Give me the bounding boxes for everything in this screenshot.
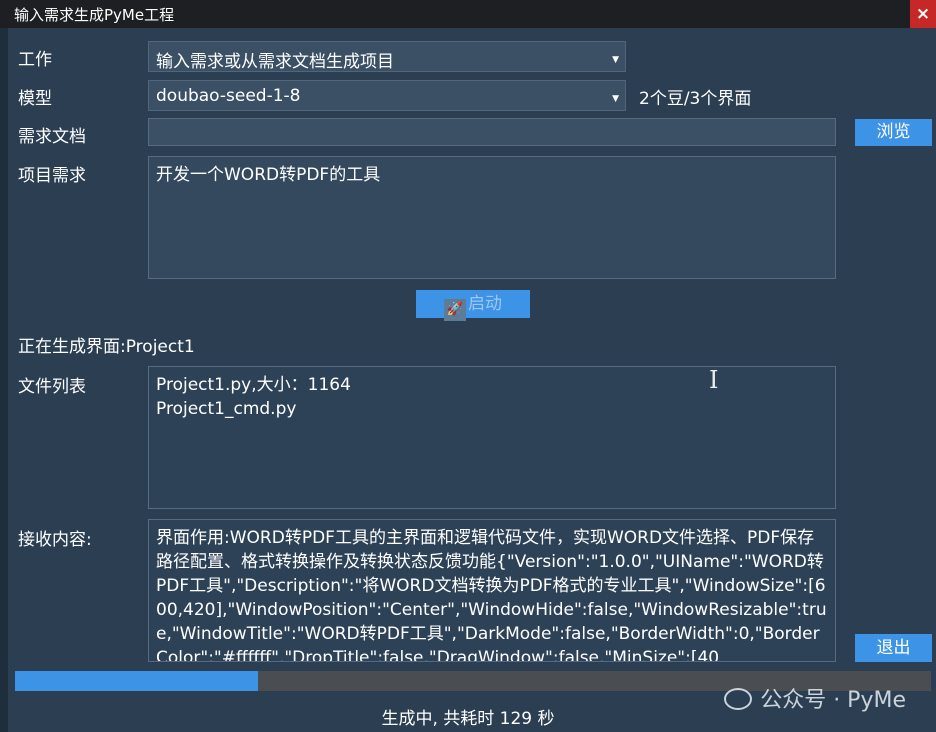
work-select-value: 输入需求或从需求文档生成项目: [156, 52, 394, 72]
received-text: 界面作用:WORD转PDF工具的主界面和逻辑代码文件，实现WORD文件选择、PD…: [156, 528, 827, 662]
progress-fill: [15, 671, 258, 691]
work-select[interactable]: 输入需求或从需求文档生成项目 ▼: [148, 41, 626, 72]
file-list[interactable]: Project1.py,大小：1164 Project1_cmd.py: [148, 366, 836, 509]
file-list-item: Project1.py,大小：1164: [156, 375, 351, 395]
model-select-value: doubao-seed-1-8: [156, 86, 301, 106]
browse-button[interactable]: 浏览: [855, 119, 932, 146]
work-label: 工作: [18, 50, 52, 70]
doc-label: 需求文档: [18, 127, 86, 147]
chevron-down-icon: ▼: [612, 94, 619, 104]
rocket-icon: 🚀: [444, 299, 466, 321]
requirement-text: 开发一个WORD转PDF的工具: [156, 165, 381, 185]
chevron-down-icon: ▼: [612, 55, 619, 65]
received-label: 接收内容:: [18, 530, 92, 550]
close-button[interactable]: ×: [910, 0, 936, 28]
exit-button-label: 退出: [876, 638, 911, 658]
title-bar: 输入需求生成PyMe工程 ×: [0, 0, 936, 28]
background-window-edge: [0, 28, 8, 732]
window-title: 输入需求生成PyMe工程: [14, 6, 175, 24]
received-content[interactable]: 界面作用:WORD转PDF工具的主界面和逻辑代码文件，实现WORD文件选择、PD…: [148, 519, 836, 662]
file-list-item: Project1_cmd.py: [156, 399, 297, 419]
text-cursor-icon: I: [709, 366, 719, 394]
model-select[interactable]: doubao-seed-1-8 ▼: [148, 80, 626, 111]
file-list-label: 文件列表: [18, 377, 86, 397]
requirement-textarea[interactable]: 开发一个WORD转PDF的工具: [148, 156, 836, 279]
model-label: 模型: [18, 89, 52, 109]
close-icon: ×: [915, 4, 931, 24]
exit-button[interactable]: 退出: [855, 634, 932, 662]
start-button[interactable]: 🚀 启动: [416, 290, 530, 321]
model-cost-text: 2个豆/3个界面: [639, 89, 752, 109]
start-button-label: 启动: [468, 294, 502, 314]
doc-path-input[interactable]: [148, 118, 836, 146]
requirement-label: 项目需求: [18, 166, 86, 186]
generation-status-line: 正在生成界面:Project1: [18, 337, 195, 357]
browse-button-label: 浏览: [876, 122, 911, 142]
elapsed-status: 生成中, 共耗时 129 秒: [381, 709, 555, 729]
